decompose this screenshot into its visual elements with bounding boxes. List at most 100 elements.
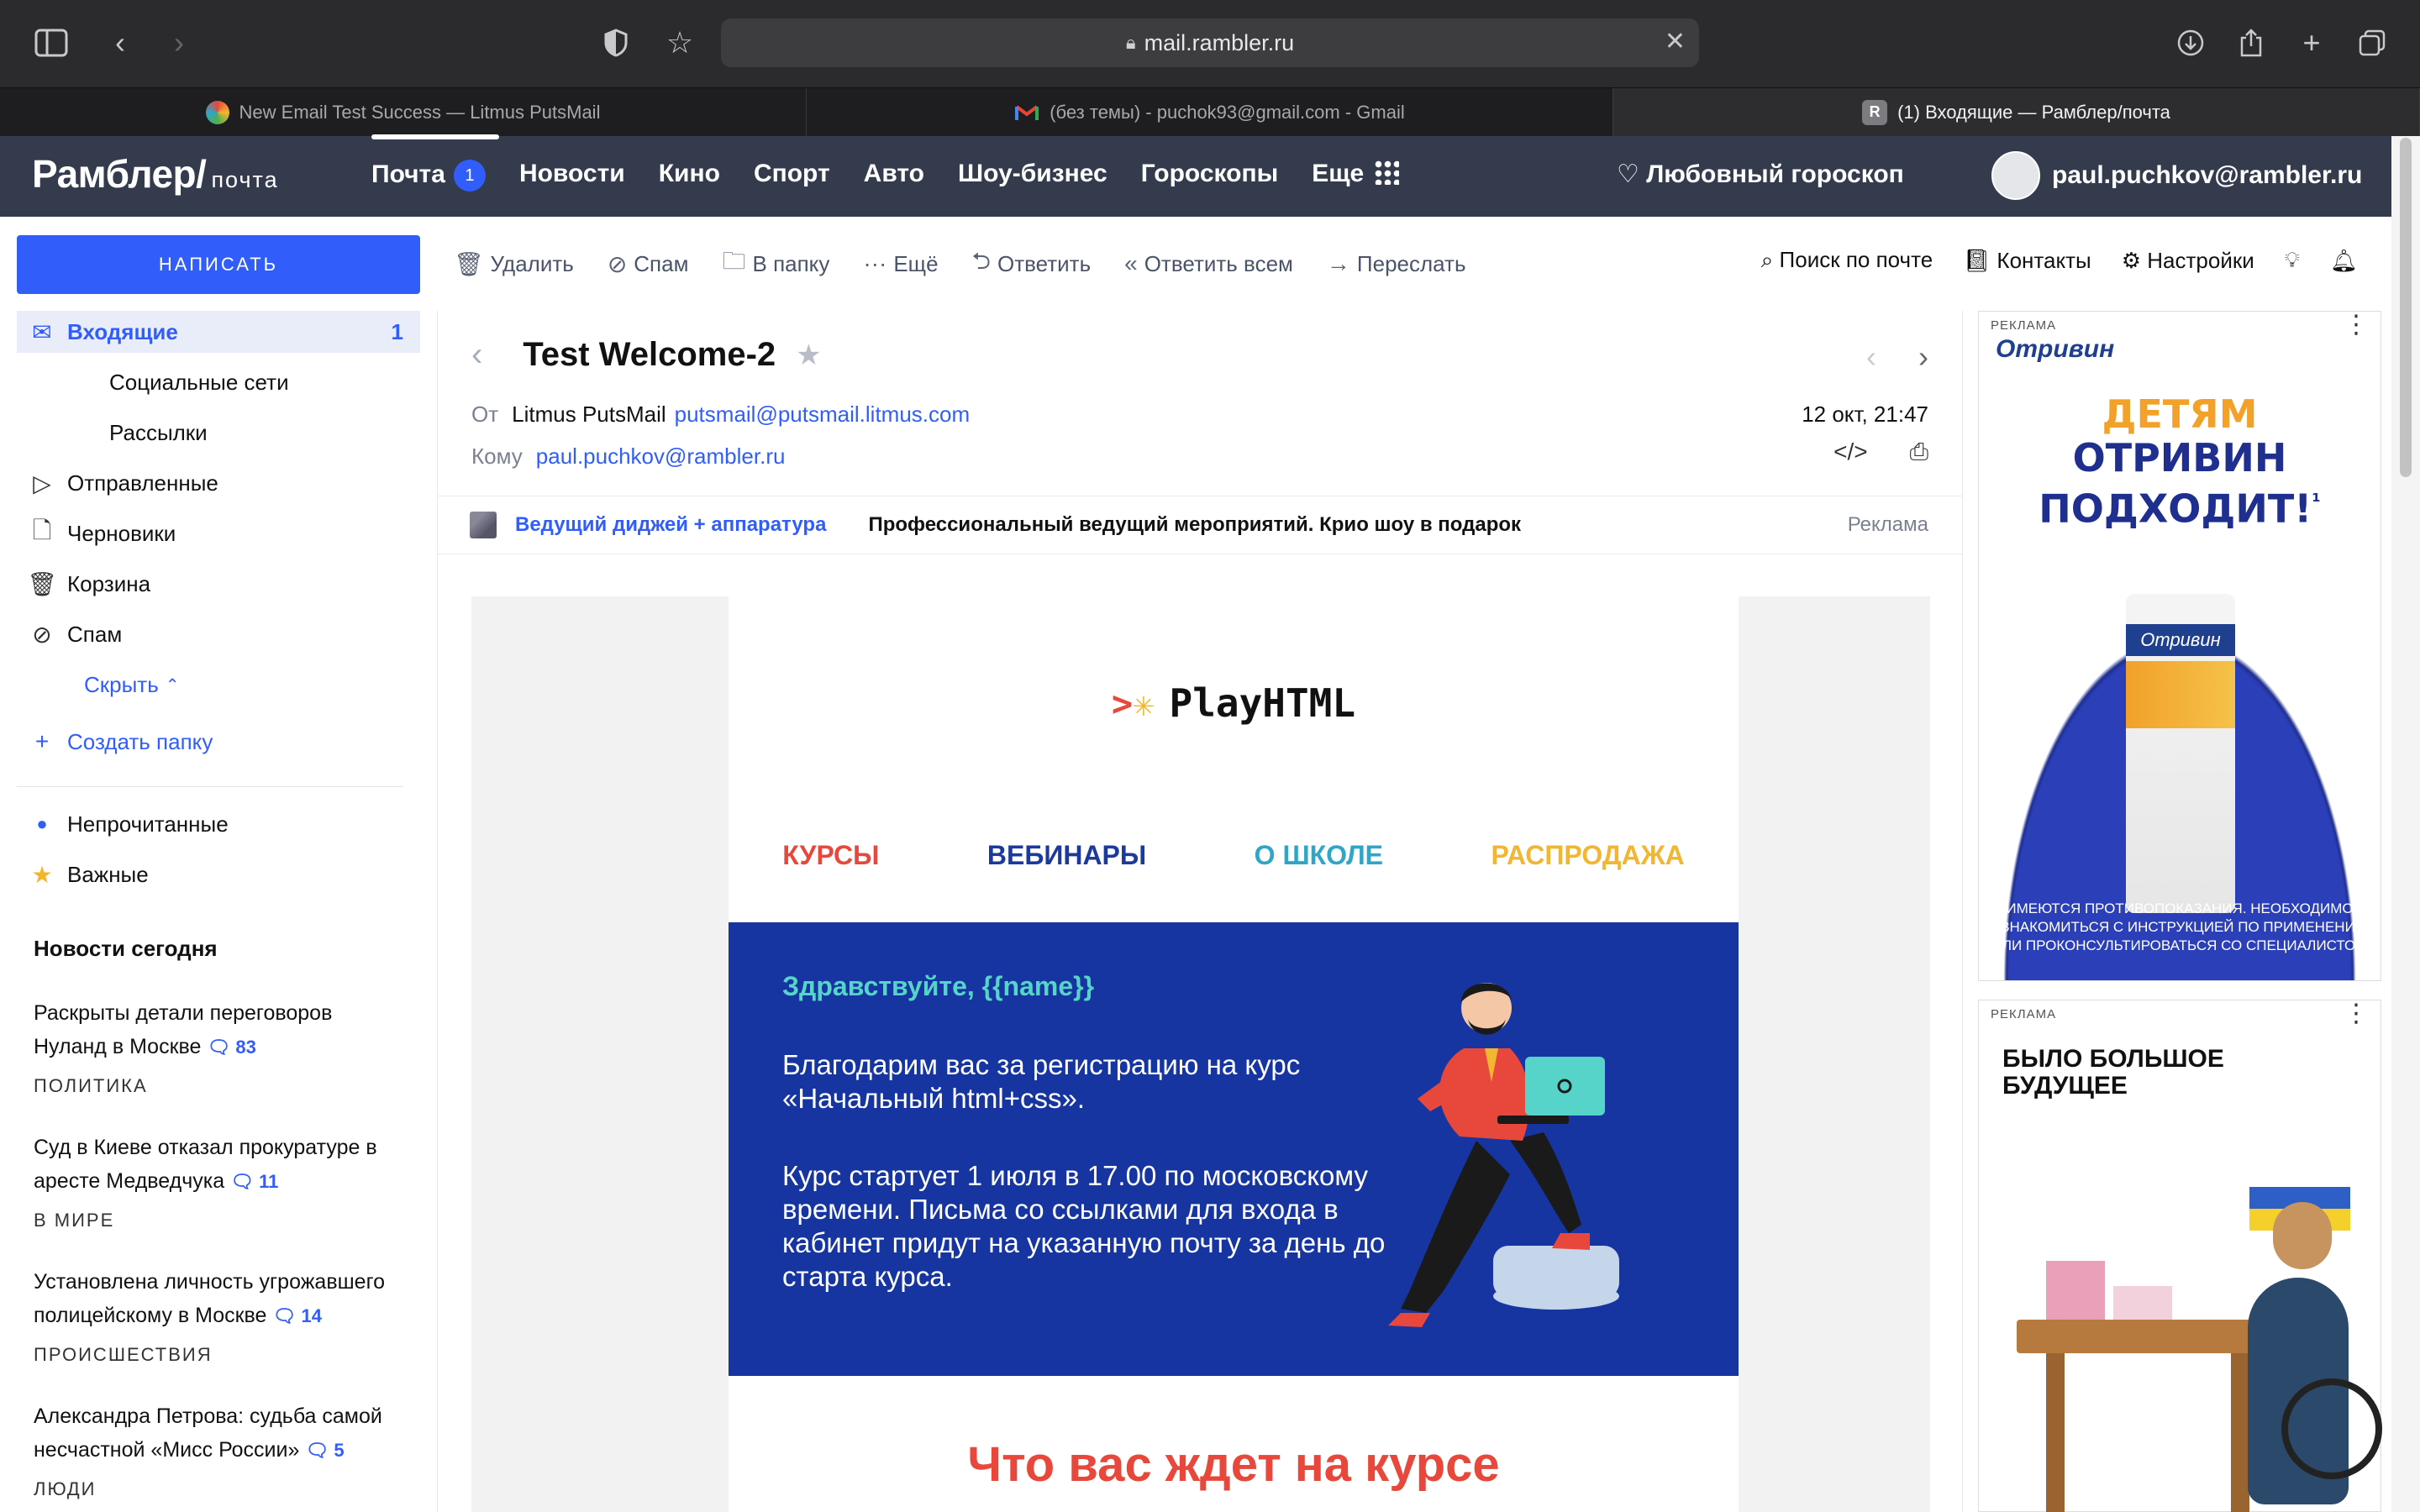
reply-button[interactable]: ⮌ Ответить (972, 244, 1092, 284)
scrollbar-thumb[interactable] (2400, 138, 2412, 477)
mark-important-star-icon[interactable]: ★ (796, 339, 821, 372)
page-scrollbar[interactable] (2391, 136, 2420, 1512)
sidebar-item-newsletters[interactable]: Рассылки (17, 412, 420, 454)
email-nav-sale[interactable]: РАСПРОДАЖА (1491, 840, 1684, 871)
news-item[interactable]: Александра Петрова: судьба самой несчаст… (34, 1399, 403, 1506)
nav-showbiz[interactable]: Шоу-бизнес (958, 160, 1107, 192)
tab-overview-icon[interactable] (2353, 24, 2391, 62)
news-item[interactable]: Раскрыты детали переговоров Нуланд в Мос… (34, 996, 403, 1103)
nav-more[interactable]: Еще (1312, 160, 1400, 192)
user-email: paul.puchkov@rambler.ru (2052, 161, 2363, 189)
next-letter-icon[interactable]: › (1918, 339, 1928, 375)
nav-horoscopes[interactable]: Гороскопы (1141, 160, 1278, 192)
address-bar[interactable]: 🔒︎ mail.rambler.ru ✕ (721, 18, 1699, 67)
search-mail-button[interactable]: ⌕ Поиск по почте (1761, 247, 1933, 274)
back-icon[interactable]: ‹ (101, 24, 139, 62)
contacts-button[interactable]: 📓︎ Контакты (1963, 248, 2091, 274)
tab-gmail[interactable]: (без темы) - puchok93@gmail.com - Gmail (807, 88, 1613, 136)
email-card: >✳︎ PlayHTML КУРСЫ ВЕБИНАРЫ О ШКОЛЕ РАСП… (729, 596, 1739, 1512)
tab-litmus[interactable]: New Email Test Success — Litmus PutsMail (0, 88, 807, 136)
settings-label: Настройки (2147, 247, 2254, 273)
news-item[interactable]: Установлена личность угрожавшего полицей… (34, 1265, 403, 1372)
nav-kino[interactable]: Кино (659, 160, 720, 192)
nav-sport[interactable]: Спорт (754, 160, 830, 192)
forward-button[interactable]: → Переслать (1327, 250, 1466, 277)
nav-mail[interactable]: Почта 1 (371, 134, 499, 192)
more-button[interactable]: ··· Ещё (863, 250, 938, 277)
nav-news[interactable]: Новости (519, 160, 625, 192)
rambler-logo[interactable]: Рамблер/почта (32, 151, 279, 197)
move-to-folder-button[interactable]: 🗀︎ В папку (722, 244, 829, 284)
news-category: ПОЛИТИКА (34, 1075, 148, 1096)
sidebar-item-inbox[interactable]: ✉︎ Входящие 1 (17, 311, 420, 353)
sidebar-item-trash[interactable]: 🗑︎ Корзина (17, 563, 420, 605)
browser-toolbar: ‹ › ☆ 🔒︎ mail.rambler.ru ✕ + (0, 0, 2420, 87)
sender-name[interactable]: Litmus PutsMail (512, 402, 666, 427)
hide-folders-toggle[interactable]: Скрыть ⌃ (17, 664, 420, 706)
notifications-button[interactable]: 🔔︎ (2330, 248, 2358, 274)
privacy-shield-icon[interactable] (597, 24, 635, 62)
folder-label: Отправленные (67, 470, 218, 496)
ad-banner-2[interactable]: РЕКЛАМА ⋮ БЫЛО БОЛЬШОЕ БУДУЩЕЕ (1978, 1000, 2382, 1512)
settings-button[interactable]: ⚙︎ Настройки (2122, 248, 2254, 274)
ad-menu-dots-icon[interactable]: ⋮ (2344, 1001, 2369, 1026)
create-folder-button[interactable]: + Создать папку (17, 721, 420, 763)
love-horoscope-link[interactable]: ♡ Любовный гороскоп (1617, 160, 1904, 189)
sidebar-toggle-icon[interactable] (32, 24, 71, 62)
clear-url-icon[interactable]: ✕ (1665, 27, 1686, 56)
tab-title: (без темы) - puchok93@gmail.com - Gmail (1050, 101, 1405, 123)
comment-count: 11 (259, 1171, 279, 1192)
sidebar-item-sent[interactable]: ▷ Отправленные (17, 462, 420, 504)
ad-menu-dots-icon[interactable]: ⋮ (2344, 312, 2369, 338)
letter-date: 12 окт, 21:47 (1802, 402, 1928, 427)
back-to-list-icon[interactable]: ‹ (471, 336, 482, 374)
compose-button[interactable]: НАПИСАТЬ (17, 235, 420, 294)
reply-icon: ⮌ (971, 248, 991, 274)
filter-important[interactable]: ★ Важные (17, 853, 420, 895)
reply-all-button[interactable]: «Ответить всем (1124, 250, 1293, 277)
sender-email[interactable]: putsmail@putsmail.litmus.com (675, 402, 970, 427)
sidebar-item-spam[interactable]: ⊘ Спам (17, 613, 420, 655)
nav-auto[interactable]: Авто (864, 160, 924, 192)
nav-label: Еще (1312, 160, 1365, 187)
news-item[interactable]: Суд в Киеве отказал прокуратуре в аресте… (34, 1131, 403, 1237)
letter-navigation: ‹ › (1866, 339, 1928, 375)
chevron-up-icon: ⌃ (165, 675, 180, 695)
trash-icon: 🗑︎ (27, 570, 57, 597)
litmus-favicon-icon (205, 100, 229, 124)
email-nav-about[interactable]: О ШКОЛЕ (1255, 840, 1383, 871)
email-hero: Здравствуйте, {{name}} Благодарим вас за… (729, 922, 1739, 1376)
forward-icon[interactable]: › (160, 24, 198, 62)
tips-button[interactable]: 💡︎ (2285, 247, 2300, 274)
hide-label: Скрыть (84, 671, 159, 697)
sidebar-item-drafts[interactable]: 🗋︎ Черновики (17, 512, 420, 554)
tab-rambler[interactable]: R (1) Входящие — Рамблер/почта (1613, 88, 2420, 136)
news-category: ПРОИСШЕСТВИЯ (34, 1344, 213, 1365)
news-comments: 🗨︎ 5 (305, 1440, 345, 1461)
downloads-icon[interactable] (2171, 24, 2210, 62)
new-tab-icon[interactable]: + (2292, 24, 2331, 62)
filter-unread[interactable]: ● Непрочитанные (17, 803, 420, 845)
contacts-book-icon: 📓︎ (1963, 247, 1991, 273)
divider (17, 786, 403, 787)
bookmark-star-icon[interactable]: ☆ (660, 24, 699, 62)
user-menu[interactable]: paul.puchkov@rambler.ru (1991, 151, 2362, 200)
email-nav-courses[interactable]: КУРСЫ (782, 840, 879, 871)
inline-ad[interactable]: Ведущий диджей + аппаратура Профессионал… (438, 496, 1962, 554)
ad-banner-otrivin[interactable]: РЕКЛАМА ⋮ Отривин ДЕТЯМ ОТРИВИН ПОДХОДИТ… (1978, 311, 2381, 981)
delete-button[interactable]: 🗑︎ Удалить (454, 250, 574, 278)
ad-link[interactable]: Ведущий диджей + аппаратура (515, 513, 826, 537)
filter-label: Непрочитанные (67, 811, 229, 837)
sidebar-item-social[interactable]: Социальные сети (17, 361, 420, 403)
source-code-icon[interactable]: </> (1833, 438, 1867, 466)
prev-letter-icon[interactable]: ‹ (1866, 339, 1876, 375)
recipient-email[interactable]: paul.puchkov@rambler.ru (536, 444, 786, 469)
folder-label: Рассылки (109, 419, 208, 445)
to-label: Кому (471, 444, 523, 469)
spam-button[interactable]: ⊘ Спам (608, 250, 689, 278)
ad-wheel (2281, 1378, 2382, 1479)
print-icon[interactable]: ⎙ (1910, 438, 1928, 466)
email-nav-webinars[interactable]: ВЕБИНАРЫ (987, 840, 1146, 871)
ad-headline: БЫЛО БОЛЬШОЕ БУДУЩЕЕ (2002, 1045, 2224, 1100)
share-icon[interactable] (2232, 24, 2270, 62)
